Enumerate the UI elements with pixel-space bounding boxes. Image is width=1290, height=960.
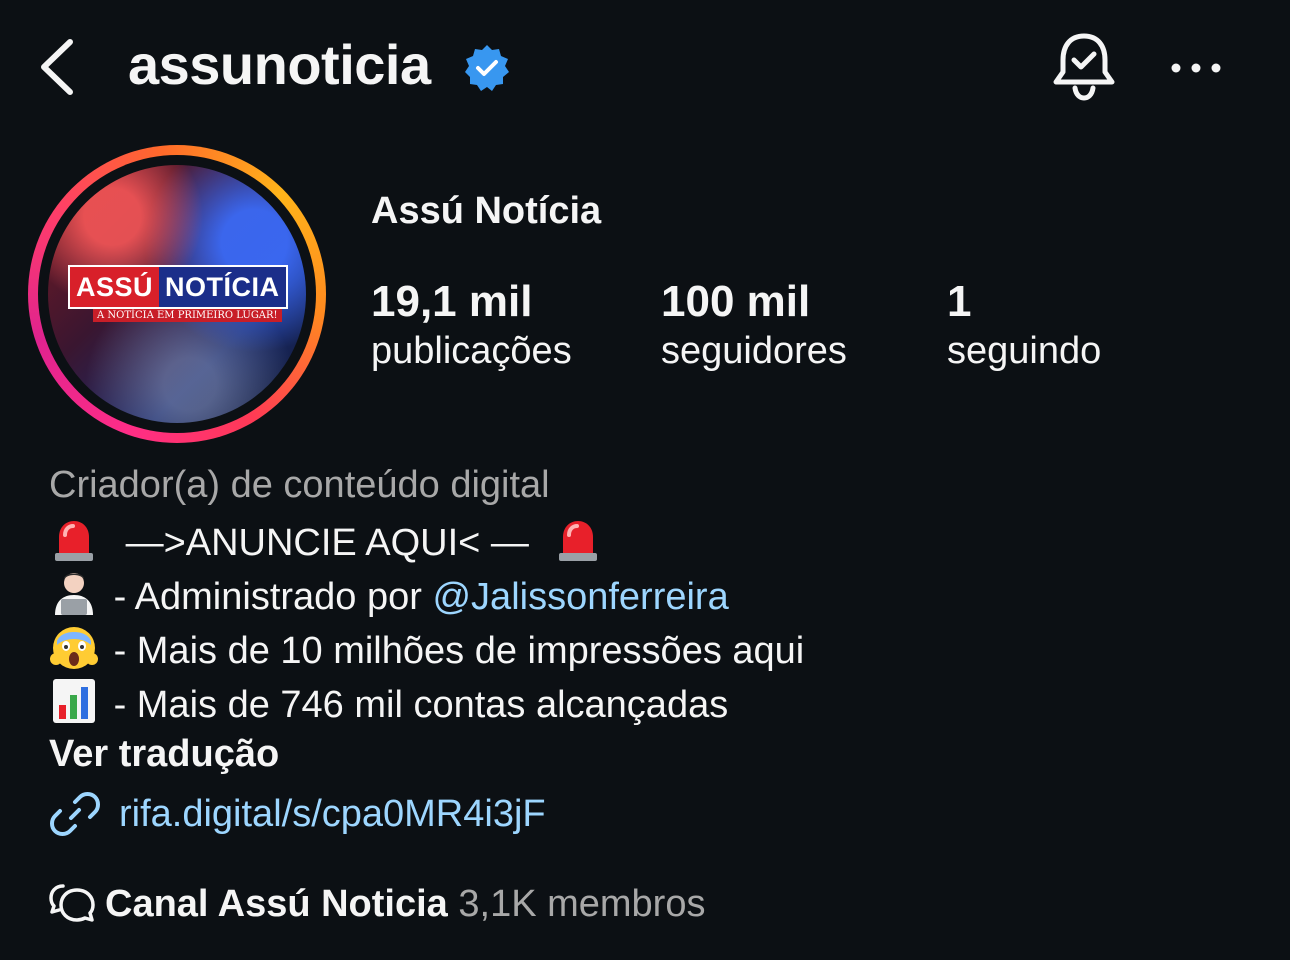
bio-line-advertise: —>ANUNCIE AQUI< — (49, 515, 609, 566)
notification-bell-icon[interactable] (1050, 30, 1118, 102)
avatar-logo: ASSÚ NOTÍCIA (68, 265, 288, 309)
link-icon (50, 792, 100, 836)
siren-emoji-icon (55, 521, 93, 561)
profile-category: Criador(a) de conteúdo digital (49, 464, 550, 506)
stat-following-label: seguindo (947, 330, 1102, 372)
siren-emoji-icon (559, 521, 598, 561)
bio-line-impressions: - Mais de 10 milhões de impressões aqui (49, 623, 804, 674)
stat-following[interactable]: 1 seguindo (947, 276, 1101, 374)
bio-reach-text: - Mais de 746 mil contas alcançadas (113, 684, 729, 726)
channel-members-count: 3,1K membros (458, 883, 706, 925)
bio-link-text: rifa.digital/s/cpa0MR4i3jF (119, 793, 546, 835)
bio-line-reach: - Mais de 746 mil contas alcançadas (49, 677, 728, 728)
profile-display-name: Assú Notícia (371, 190, 602, 232)
stat-followers-label: seguidores (661, 330, 847, 372)
stat-posts-label: publicações (371, 330, 572, 372)
channel-chat-icon (49, 884, 95, 922)
bio-link[interactable]: rifa.digital/s/cpa0MR4i3jF (49, 788, 546, 837)
bio-mention-link[interactable]: @Jalissonferreira (432, 576, 728, 618)
avatar[interactable]: ASSÚ NOTÍCIA A NOTÍCIA EM PRIMEIRO LUGAR… (48, 165, 306, 423)
bio-impressions-text: - Mais de 10 milhões de impressões aqui (113, 630, 805, 672)
logo-tagline: A NOTÍCIA EM PRIMEIRO LUGAR! (93, 309, 282, 322)
stat-followers[interactable]: 100 mil seguidores (661, 276, 847, 374)
bio-advertise-text: —>ANUNCIE AQUI< — (125, 522, 529, 564)
bio-admin-prefix: - Administrado por (113, 576, 433, 618)
logo-left-text: ASSÚ (70, 267, 160, 307)
logo-right-text: NOTÍCIA (159, 267, 286, 307)
see-translation-button[interactable]: Ver tradução (49, 731, 279, 777)
profile-username: assunoticia (128, 33, 431, 96)
stat-posts: 19,1 mil publicações (371, 276, 572, 374)
stat-posts-value: 19,1 mil (371, 277, 533, 326)
screaming-face-emoji-icon (50, 627, 98, 669)
stat-following-value: 1 (947, 277, 972, 326)
bar-chart-emoji-icon (53, 679, 95, 723)
stat-followers-value: 100 mil (661, 277, 811, 326)
more-options-icon[interactable] (1166, 50, 1226, 86)
broadcast-channel[interactable]: Canal Assú Noticia 3,1K membros (49, 880, 705, 927)
verified-badge-icon (465, 45, 509, 91)
channel-name: Canal Assú Noticia (105, 883, 448, 925)
bio-line-admin: - Administrado por @Jalissonferreira (49, 569, 729, 620)
back-chevron-icon[interactable] (34, 36, 82, 98)
technologist-emoji-icon (55, 573, 93, 615)
